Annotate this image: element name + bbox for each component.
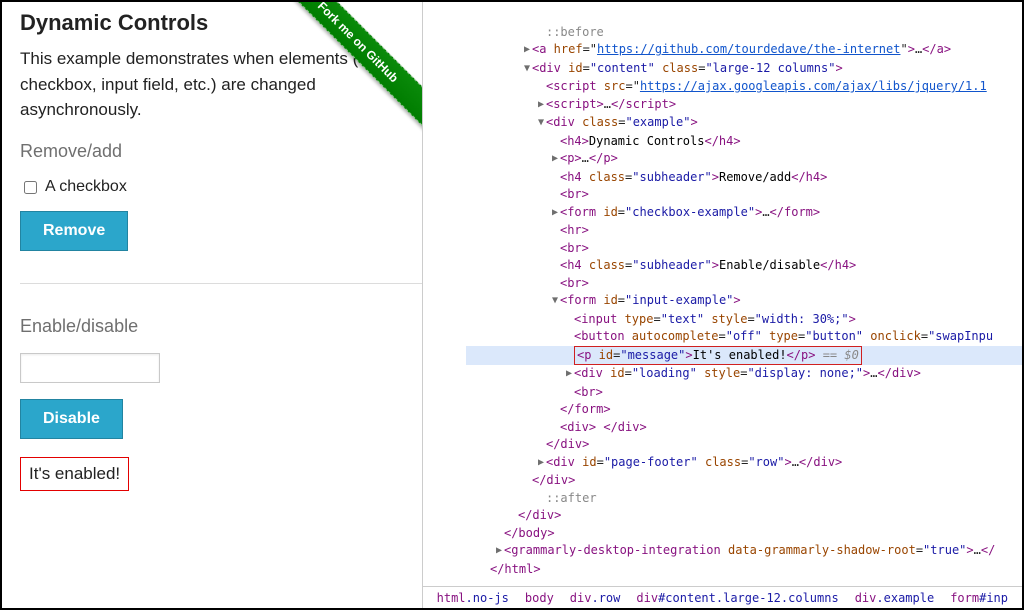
tree-row[interactable]: ▶<p>…</p> xyxy=(466,150,1022,169)
tree-node-content: <div class="example"> xyxy=(546,115,698,129)
tree-row[interactable]: </body> xyxy=(466,525,1022,543)
tree-row[interactable]: <hr> xyxy=(466,222,1022,240)
tree-row[interactable]: ▶<div id="page-footer" class="row">…</di… xyxy=(466,454,1022,473)
checkbox-label: A checkbox xyxy=(45,178,127,196)
tree-node-content: <form id="input-example"> xyxy=(560,293,741,307)
tree-row[interactable]: </div> xyxy=(466,507,1022,525)
tree-node-content: <form id="checkbox-example">…</form> xyxy=(560,205,820,219)
tree-node-content: </body> xyxy=(504,526,555,540)
tree-row[interactable]: ▼<div id="content" class="large-12 colum… xyxy=(466,60,1022,79)
disable-button[interactable]: Disable xyxy=(20,399,123,439)
tree-node-content: <h4 class="subheader">Enable/disable</h4… xyxy=(560,258,856,272)
page-title: Dynamic Controls xyxy=(20,10,404,36)
tree-row[interactable]: ▼<form id="input-example"> xyxy=(466,292,1022,311)
expand-arrow-closed-icon[interactable]: ▶ xyxy=(536,96,546,114)
tree-node-content: <script src="https://ajax.googleapis.com… xyxy=(546,79,987,93)
tree-node-content: <hr> xyxy=(560,223,589,237)
devtools-pane: ::before▶<a href="https://github.com/tou… xyxy=(422,2,1022,608)
expand-arrow-open-icon[interactable]: ▼ xyxy=(536,114,546,132)
elements-tree[interactable]: ::before▶<a href="https://github.com/tou… xyxy=(423,2,1022,586)
tree-row[interactable]: </div> xyxy=(466,436,1022,454)
expand-arrow-open-icon[interactable]: ▼ xyxy=(550,292,560,310)
expand-arrow-closed-icon[interactable]: ▶ xyxy=(494,542,504,560)
rendered-page-pane: Dynamic Controls This example demonstrat… xyxy=(2,2,422,608)
tree-node-content: <a href="https://github.com/tourdedave/t… xyxy=(532,42,951,56)
tree-row[interactable]: ▶<div id="loading" style="display: none;… xyxy=(466,365,1022,384)
tree-row[interactable]: ▶<a href="https://github.com/tourdedave/… xyxy=(466,41,1022,60)
remove-button[interactable]: Remove xyxy=(20,211,128,251)
tree-row[interactable]: ▶<script>…</script> xyxy=(466,96,1022,115)
tree-node-content: <h4 class="subheader">Remove/add</h4> xyxy=(560,170,827,184)
tree-node-content: <div id="page-footer" class="row">…</div… xyxy=(546,455,842,469)
tree-row[interactable]: ::before xyxy=(466,24,1022,42)
expand-arrow-closed-icon[interactable]: ▶ xyxy=(522,41,532,59)
tree-node-content: </div> xyxy=(546,437,589,451)
expand-arrow-closed-icon[interactable]: ▶ xyxy=(536,454,546,472)
page-intro: This example demonstrates when elements … xyxy=(20,46,404,123)
message-its-enabled: It's enabled! xyxy=(20,457,129,491)
tree-row[interactable]: ::after xyxy=(466,490,1022,508)
tree-row[interactable]: ▶<form id="checkbox-example">…</form> xyxy=(466,204,1022,223)
tree-row[interactable]: <input type="text" style="width: 30%;"> xyxy=(466,311,1022,329)
checkbox-row: A checkbox xyxy=(20,178,404,197)
tree-node-content: </form> xyxy=(560,402,611,416)
tree-node-content: ::before xyxy=(546,25,604,39)
tree-node-content: <p>…</p> xyxy=(560,151,618,165)
tree-row[interactable]: </html> xyxy=(466,561,1022,579)
tree-node-content: <br> xyxy=(560,241,589,255)
tree-row[interactable]: <br> xyxy=(466,384,1022,402)
tree-node-content: </div> xyxy=(532,473,575,487)
tree-row[interactable]: ▶<grammarly-desktop-integration data-gra… xyxy=(466,542,1022,561)
tree-row[interactable]: </div> xyxy=(466,472,1022,490)
tree-node-content: <br> xyxy=(560,276,589,290)
app-frame: Dynamic Controls This example demonstrat… xyxy=(0,0,1024,610)
tree-node-content: <input type="text" style="width: 30%;"> xyxy=(574,312,856,326)
breadcrumb-item[interactable]: html.no-js xyxy=(429,589,517,607)
tree-row[interactable]: ▼<div class="example"> xyxy=(466,114,1022,133)
breadcrumb-item[interactable]: div.example xyxy=(847,589,942,607)
tree-node-content: <div id="content" class="large-12 column… xyxy=(532,61,843,75)
expand-arrow-closed-icon[interactable]: ▶ xyxy=(564,365,574,383)
tree-row[interactable]: </form> xyxy=(466,401,1022,419)
tree-row[interactable]: <h4>Dynamic Controls</h4> xyxy=(466,133,1022,151)
expand-arrow-open-icon[interactable]: ▼ xyxy=(522,60,532,78)
tree-node-content: </div> xyxy=(518,508,561,522)
expand-arrow-closed-icon[interactable]: ▶ xyxy=(550,204,560,222)
tree-row[interactable]: <br> xyxy=(466,186,1022,204)
tree-row[interactable]: <button autocomplete="off" type="button"… xyxy=(466,328,1022,346)
tree-node-content: <div> </div> xyxy=(560,420,647,434)
tree-row[interactable]: <h4 class="subheader">Remove/add</h4> xyxy=(466,169,1022,187)
tree-node-content: <div id="loading" style="display: none;"… xyxy=(574,366,921,380)
subheader-enable-disable: Enable/disable xyxy=(20,316,404,337)
tree-row[interactable]: <br> xyxy=(466,240,1022,258)
tree-node-content: <p id="message">It's enabled!</p> == $0 xyxy=(574,348,862,362)
tree-node-content: <grammarly-desktop-integration data-gram… xyxy=(504,543,995,557)
tree-node-content: <br> xyxy=(574,385,603,399)
breadcrumb-item[interactable]: form#inp xyxy=(942,589,1016,607)
tree-node-content: </html> xyxy=(490,562,541,576)
tree-node-content: <h4>Dynamic Controls</h4> xyxy=(560,134,741,148)
breadcrumb-bar[interactable]: html.no-jsbodydiv.rowdiv#content.large-1… xyxy=(423,586,1022,608)
tree-row[interactable]: <script src="https://ajax.googleapis.com… xyxy=(466,78,1022,96)
a-checkbox[interactable] xyxy=(24,181,37,194)
tree-row-selected[interactable]: <p id="message">It's enabled!</p> == $0 xyxy=(466,346,1022,366)
tree-row[interactable]: <h4 class="subheader">Enable/disable</h4… xyxy=(466,257,1022,275)
enable-text-input[interactable] xyxy=(20,353,160,383)
breadcrumb-item[interactable]: div#content.large-12.columns xyxy=(628,589,846,607)
tree-node-content: <script>…</script> xyxy=(546,97,676,111)
tree-row[interactable]: <br> xyxy=(466,275,1022,293)
breadcrumb-item[interactable]: div.row xyxy=(562,589,629,607)
tree-node-content: <button autocomplete="off" type="button"… xyxy=(574,329,993,343)
tree-row[interactable]: <div> </div> xyxy=(466,419,1022,437)
expand-arrow-closed-icon[interactable]: ▶ xyxy=(550,150,560,168)
subheader-remove-add: Remove/add xyxy=(20,141,404,162)
tree-node-content: <br> xyxy=(560,187,589,201)
section-divider xyxy=(20,283,422,284)
tree-node-content: ::after xyxy=(546,491,597,505)
breadcrumb-item[interactable]: body xyxy=(517,589,562,607)
